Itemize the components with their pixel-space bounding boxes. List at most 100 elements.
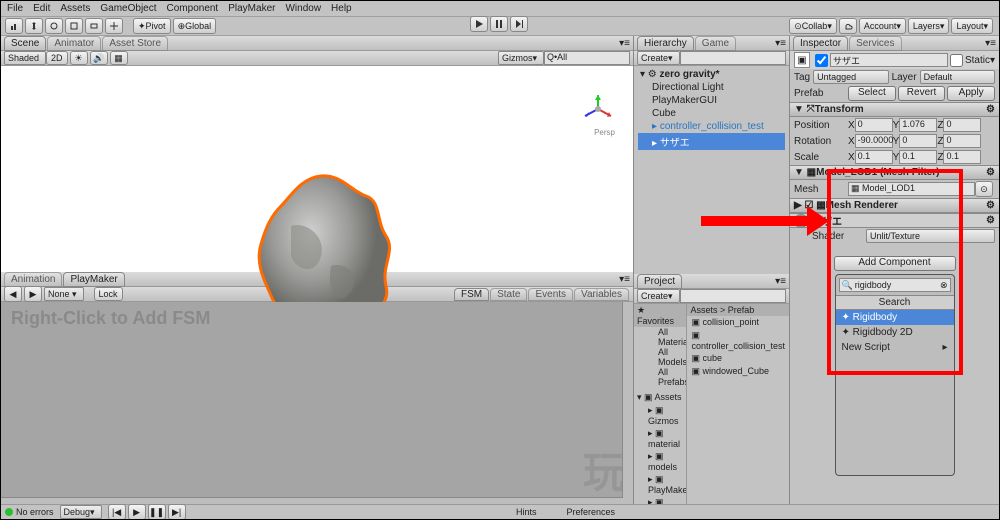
layout-button[interactable]: Layout ▾: [951, 18, 993, 34]
menu-window[interactable]: Window: [285, 3, 321, 14]
panel-options-icon[interactable]: ▾≡: [775, 38, 786, 49]
tab-hierarchy[interactable]: Hierarchy: [637, 36, 694, 51]
tab-game[interactable]: Game: [695, 36, 736, 51]
project-search[interactable]: [680, 289, 786, 303]
tree-item[interactable]: ▸ ▣ PlayMaker: [634, 473, 686, 496]
project-file[interactable]: ▣ cube: [687, 352, 789, 365]
tab-services[interactable]: Services: [849, 36, 901, 51]
pm-variables-tab[interactable]: Variables: [574, 288, 629, 301]
scene-light-toggle[interactable]: ☀: [70, 51, 88, 65]
prefab-apply[interactable]: Apply: [947, 86, 995, 101]
menu-help[interactable]: Help: [331, 3, 352, 14]
hierarchy-item[interactable]: PlayMakerGUI: [638, 94, 785, 107]
pos-z[interactable]: 0: [943, 118, 981, 132]
tree-item[interactable]: All Prefabs: [634, 367, 686, 387]
scene-search[interactable]: Q•All: [544, 51, 630, 65]
pm-state-tab[interactable]: State: [490, 288, 527, 301]
pivot-toggle[interactable]: ✦ Pivot: [133, 18, 171, 34]
status-pause[interactable]: ❚❚: [148, 504, 166, 520]
tab-scene[interactable]: Scene: [4, 36, 46, 51]
static-toggle[interactable]: [950, 54, 963, 67]
menu-gameobject[interactable]: GameObject: [100, 3, 156, 14]
pm-fwd[interactable]: ▶: [24, 286, 42, 302]
pm-lock[interactable]: Lock: [94, 287, 123, 301]
tab-options-icon[interactable]: ▾≡: [619, 38, 630, 49]
play-button[interactable]: [470, 16, 488, 32]
panel-options-icon[interactable]: ▾≡: [619, 274, 630, 285]
rot-y[interactable]: 0: [899, 134, 937, 148]
tree-item[interactable]: ▸ ▣ material: [634, 427, 686, 450]
assets-header[interactable]: ▾ ▣ Assets: [634, 391, 686, 404]
step-button[interactable]: [510, 16, 528, 32]
transform-header[interactable]: ▼ ⤧ Transform⚙: [790, 102, 999, 117]
favorites-header[interactable]: ★ Favorites: [634, 304, 686, 327]
space-toggle[interactable]: ⊕ Global: [173, 18, 217, 34]
status-debug[interactable]: Debug ▾: [60, 505, 102, 519]
scale-tool[interactable]: [65, 18, 83, 34]
status-play[interactable]: ▶: [128, 504, 146, 520]
hierarchy-create[interactable]: Create ▾: [637, 51, 680, 65]
project-breadcrumb[interactable]: Assets > Prefab: [687, 304, 789, 316]
transform-tool[interactable]: [105, 18, 123, 34]
playmaker-canvas[interactable]: Right-Click to Add FSM 玩: [1, 302, 633, 508]
prefab-revert[interactable]: Revert: [898, 86, 946, 101]
scl-z[interactable]: 0.1: [943, 150, 981, 164]
rot-z[interactable]: 0: [943, 134, 981, 148]
scene-gizmos-dd[interactable]: Gizmos ▾: [498, 51, 544, 65]
tree-item[interactable]: All Models: [634, 347, 686, 367]
project-file[interactable]: ▣ controller_collision_test: [687, 329, 789, 352]
account-button[interactable]: Account ▾: [859, 18, 906, 34]
collab-button[interactable]: ⊙ Collab ▾: [789, 18, 837, 34]
tree-item[interactable]: ▸ ▣ models: [634, 450, 686, 473]
menu-assets[interactable]: Assets: [60, 3, 90, 14]
pm-fsm-tab[interactable]: FSM: [454, 288, 489, 301]
pm-back[interactable]: ◀: [4, 286, 22, 302]
status-prev[interactable]: |◀: [108, 504, 126, 520]
tree-item[interactable]: ▸ ▣ Gizmos: [634, 404, 686, 427]
project-file[interactable]: ▣ windowed_Cube: [687, 365, 789, 378]
hierarchy-item[interactable]: ▸ controller_collision_test: [638, 120, 785, 133]
status-hints[interactable]: Hints: [516, 507, 537, 517]
object-name-field[interactable]: サザエ: [830, 53, 948, 67]
orientation-gizmo[interactable]: [581, 92, 615, 128]
layers-button[interactable]: Layers ▾: [908, 18, 950, 34]
pos-y[interactable]: 1.076: [899, 118, 937, 132]
rot-x[interactable]: -90.0000: [855, 134, 893, 148]
scene-2d[interactable]: 2D: [46, 51, 68, 65]
v-scrollbar[interactable]: [622, 302, 633, 498]
project-create[interactable]: Create ▾: [637, 289, 680, 303]
move-tool[interactable]: [25, 18, 43, 34]
pause-button[interactable]: [490, 16, 508, 32]
scl-x[interactable]: 0.1: [855, 150, 893, 164]
rect-tool[interactable]: [85, 18, 103, 34]
hierarchy-search[interactable]: [680, 51, 786, 65]
hand-tool[interactable]: [5, 18, 23, 34]
object-active-toggle[interactable]: [815, 54, 828, 67]
hierarchy-item-selected[interactable]: ▸ サザエ: [638, 133, 785, 150]
panel-options-icon[interactable]: ▾≡: [985, 38, 996, 49]
hierarchy-item[interactable]: Cube: [638, 107, 785, 120]
scl-y[interactable]: 0.1: [899, 150, 937, 164]
pm-target[interactable]: None ▾: [44, 287, 84, 301]
pos-x[interactable]: 0: [855, 118, 893, 132]
tab-asset-store[interactable]: Asset Store: [102, 36, 168, 51]
menu-file[interactable]: File: [7, 3, 23, 14]
scene-viewport[interactable]: Persp: [1, 66, 633, 272]
project-file[interactable]: ▣ collision_point: [687, 316, 789, 329]
scene-root[interactable]: ▾ ⚙ zero gravity*: [638, 68, 785, 81]
panel-options-icon[interactable]: ▾≡: [775, 276, 786, 287]
menu-playmaker[interactable]: PlayMaker: [228, 3, 275, 14]
layer-dropdown[interactable]: Default: [920, 70, 995, 84]
hierarchy-item[interactable]: Directional Light: [638, 81, 785, 94]
menu-component[interactable]: Component: [167, 3, 219, 14]
prefab-select[interactable]: Select: [848, 86, 896, 101]
menu-edit[interactable]: Edit: [33, 3, 50, 14]
status-next[interactable]: ▶|: [168, 504, 186, 520]
cloud-button[interactable]: [839, 18, 857, 34]
tab-playmaker[interactable]: PlayMaker: [63, 272, 124, 287]
status-prefs[interactable]: Preferences: [566, 507, 615, 517]
mesh-picker[interactable]: ⊙: [975, 181, 993, 197]
scene-fx-toggle[interactable]: ▦: [110, 51, 128, 65]
tree-item[interactable]: All Materials: [634, 327, 686, 347]
pm-events-tab[interactable]: Events: [528, 288, 573, 301]
